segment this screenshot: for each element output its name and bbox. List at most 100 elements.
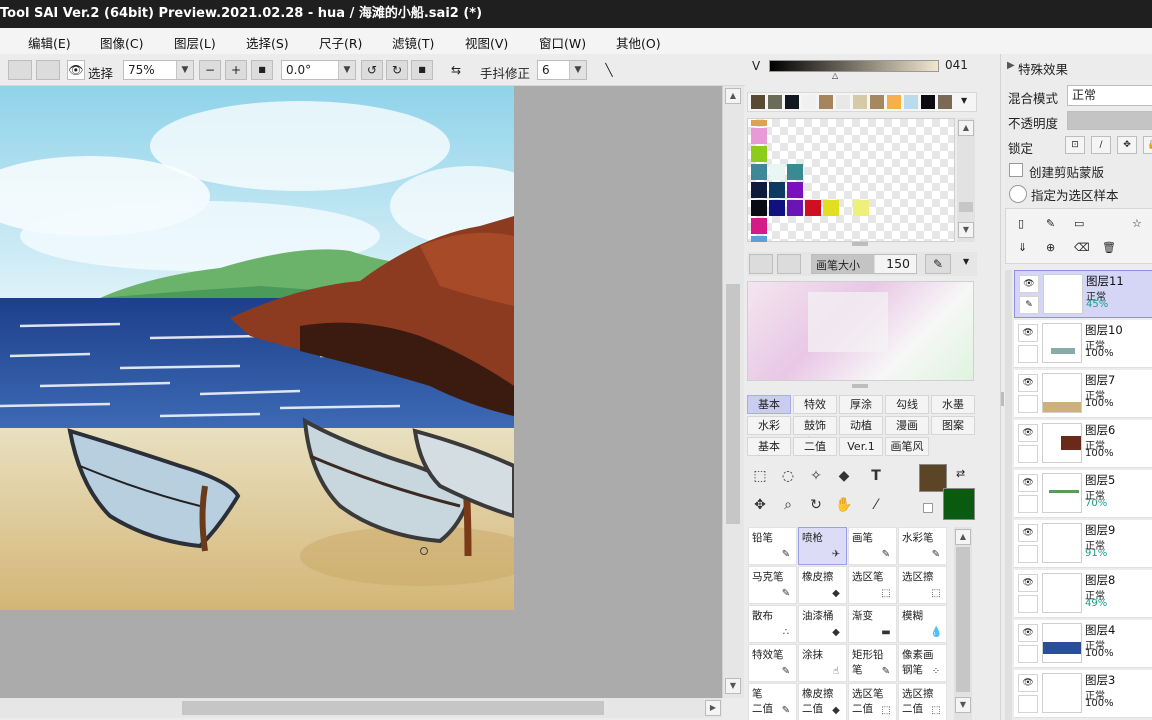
secondary-color-swatch[interactable] [943,488,975,520]
eyedropper-icon[interactable]: ⁄ [864,494,888,516]
scroll-thumb[interactable] [726,284,740,524]
rect-select-icon[interactable]: ⬚ [748,465,772,487]
tab-ink[interactable]: 水墨 [931,395,975,414]
drawing-canvas[interactable] [0,86,514,610]
brush-binary-eraser[interactable]: 橡皮擦 二值 ◆ [798,683,847,720]
blend-mode-select[interactable]: 正常 [1067,85,1152,106]
lasso-icon[interactable]: ◌ [776,465,800,487]
chevron-down-icon[interactable]: ▼ [961,96,967,105]
lock-paint-icon[interactable]: ∕ [1091,136,1111,154]
brush-scatter[interactable]: 散布 ∴ [748,605,797,643]
toolbar-button-2[interactable] [36,60,60,80]
tab-decor[interactable]: 鼓饰布... [793,416,837,449]
swatch[interactable] [853,200,869,216]
layer-list-scroll-track[interactable] [1005,270,1012,720]
scroll-down-icon[interactable]: ▼ [725,678,741,694]
scroll-up-icon[interactable]: ▲ [958,120,974,136]
layer-item-5[interactable]: 👁 图层5 正常 70% [1014,470,1152,518]
swatch[interactable] [769,182,785,198]
tab-brush-style[interactable]: 画笔风 [885,437,929,456]
scroll-thumb[interactable] [959,202,973,212]
tab-nature[interactable]: 动植飞... [839,416,883,449]
brush-binary-select-pen[interactable]: 选区笔 二值 ⬚ [848,683,897,720]
menu-other[interactable]: 其他(O) [616,33,661,52]
brush-watercolor[interactable]: 水彩笔 ✎ [898,527,947,565]
new-effect-icon[interactable]: ☆ [1132,217,1142,230]
palette-swatch[interactable] [819,95,833,109]
menu-view[interactable]: 视图(V) [465,33,508,52]
palette-swatch[interactable] [870,95,884,109]
menu-edit[interactable]: 编辑(E) [28,33,71,52]
zoom-icon[interactable]: ⌕ [776,494,800,516]
eye-icon[interactable]: 👁 [1019,275,1039,293]
tab-ver1[interactable]: Ver.1 [839,437,883,456]
scroll-down-icon[interactable]: ▼ [958,222,974,238]
tab-lineart[interactable]: 勾线 [885,395,929,414]
layer-item-10[interactable]: 👁 图层10 正常 100% [1014,320,1152,368]
tab-binary[interactable]: 二值 [793,437,837,456]
swatch[interactable] [751,236,767,242]
clip-mask-checkbox[interactable] [1009,163,1023,177]
swatch[interactable] [751,128,767,144]
swatch[interactable] [751,200,767,216]
swatch[interactable] [823,200,839,216]
brush-pencil[interactable]: 铅笔 ✎ [748,527,797,565]
eye-icon[interactable]: 👁 [1018,674,1038,692]
swatch-scrollbar[interactable]: ▲ ▼ [957,118,975,242]
swatch[interactable] [769,200,785,216]
layer-item-4[interactable]: 👁 图层4 正常 100% [1014,620,1152,668]
canvas-horizontal-scrollbar[interactable]: ▶ [0,698,722,718]
swatch[interactable] [787,182,803,198]
canvas-area[interactable] [0,86,722,698]
eye-icon[interactable]: 👁 [1018,424,1038,442]
value-slider[interactable] [769,60,939,72]
tab-effects[interactable]: 特效 [793,395,837,414]
menu-filter[interactable]: 滤镜(T) [392,33,434,52]
palette-swatch[interactable] [802,95,816,109]
tab-basic[interactable]: 基本 [747,395,791,414]
swatch[interactable] [751,120,767,126]
selection-sample-radio[interactable] [1009,185,1027,203]
lock-transparency-icon[interactable]: ⊡ [1065,136,1085,154]
new-folder-icon[interactable]: ▭ [1074,217,1084,230]
swap-colors-icon[interactable]: ⇄ [956,467,965,480]
palette-swatch[interactable] [853,95,867,109]
eye-icon[interactable]: 👁 [1018,624,1038,642]
angle-combo[interactable]: 0.0° ▼ [281,60,356,80]
palette-swatch[interactable] [938,95,952,109]
tab-basic-2[interactable]: 基本 [747,437,791,456]
lock-all-icon[interactable]: 🔒 [1143,136,1152,154]
rotate-icon[interactable]: ↻ [804,494,828,516]
swatch-grid[interactable] [747,118,955,242]
lock-move-icon[interactable]: ✥ [1117,136,1137,154]
brush-binary-select-eraser[interactable]: 选区擦 二值 ⬚ [898,683,947,720]
layer-item-11[interactable]: 👁 ✎ 图层11 正常 45% [1014,270,1152,318]
rotate-right-icon[interactable]: ↻ [386,60,408,80]
palette-swatch[interactable] [887,95,901,109]
eye-icon[interactable]: 👁 [1018,324,1038,342]
layer-item-7[interactable]: 👁 图层7 正常 100% [1014,370,1152,418]
eye-icon[interactable]: 👁 [1018,474,1038,492]
swatch[interactable] [751,164,767,180]
swatch[interactable] [787,200,803,216]
tab-watercolor[interactable]: 水彩 [747,416,791,435]
brush-blur[interactable]: 模糊 💧 [898,605,947,643]
bucket-icon[interactable]: ◆ [832,465,856,487]
brush-gradient[interactable]: 渐变 ▬ [848,605,897,643]
menu-layer[interactable]: 图层(L) [174,33,216,52]
merge-down-icon[interactable]: ⇓ [1018,241,1027,254]
brush-smudge[interactable]: 涂抹 ☝ [798,644,847,682]
palette-swatch[interactable] [921,95,935,109]
brush-effect-pen[interactable]: 特效笔 ✎ [748,644,797,682]
rotate-left-icon[interactable]: ↺ [361,60,383,80]
brush-select-eraser[interactable]: 选区擦 ⬚ [898,566,947,604]
swatch[interactable] [787,164,803,180]
splitter-handle[interactable] [852,242,868,246]
expand-arrow-icon[interactable]: ▶ [1007,60,1015,71]
brush-paintbrush[interactable]: 画笔 ✎ [848,527,897,565]
brush-pixel-pen[interactable]: 像素画 钢笔 ⁘ [898,644,947,682]
rotate-reset-icon[interactable]: ■ [411,60,433,80]
menu-window[interactable]: 窗口(W) [539,33,586,52]
chevron-down-icon[interactable]: ▼ [963,257,969,266]
menu-select[interactable]: 选择(S) [246,33,289,52]
